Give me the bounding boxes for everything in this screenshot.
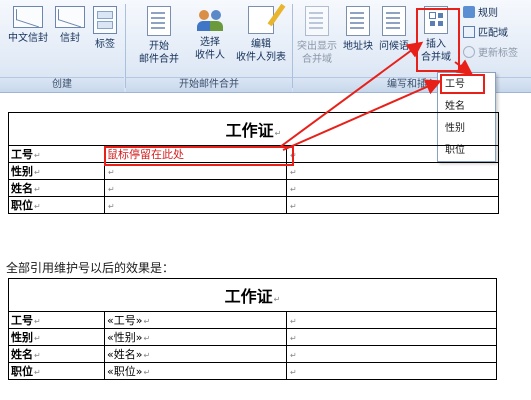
- table2-label-cell: 姓名↵: [8, 345, 105, 363]
- table-row: 工号↵ «工号»↵ ↵: [8, 311, 498, 329]
- caption-text: 全部引用维护号以后的效果是：: [6, 261, 175, 275]
- table2-field-cell[interactable]: «职位»↵: [104, 362, 287, 380]
- table2-field-cell[interactable]: «姓名»↵: [104, 345, 287, 363]
- arrow-icon: [282, 79, 442, 151]
- table2-empty-cell[interactable]: ↵: [285, 311, 498, 329]
- table2-title: 工作证: [224, 287, 273, 306]
- table2-empty-cell[interactable]: ↵: [285, 328, 498, 346]
- table2-label-cell: 工号↵: [8, 311, 105, 329]
- table2-empty-cell[interactable]: ↵: [285, 345, 498, 363]
- arrow-icon: [454, 59, 474, 76]
- table2-empty-cell[interactable]: ↵: [285, 362, 498, 380]
- badge-table-after: 工作证↵ 工号↵ «工号»↵ ↵ 性别↵ «性别»↵ ↵ 姓名↵ «姓名»↵ ↵…: [7, 278, 498, 380]
- table2-label-cell: 性别↵: [8, 328, 105, 346]
- table-row: 职位↵ «职位»↵ ↵: [8, 362, 498, 380]
- table2-field-cell[interactable]: «工号»↵: [104, 311, 287, 329]
- table2-field-cell[interactable]: «性别»↵: [104, 328, 287, 346]
- arrow-icon: [279, 41, 424, 148]
- table2-label-cell: 职位↵: [8, 362, 105, 380]
- table-row: 性别↵ «性别»↵ ↵: [8, 328, 498, 346]
- table2-title-cell: 工作证↵: [7, 278, 498, 312]
- table-row: 姓名↵ «姓名»↵ ↵: [8, 345, 498, 363]
